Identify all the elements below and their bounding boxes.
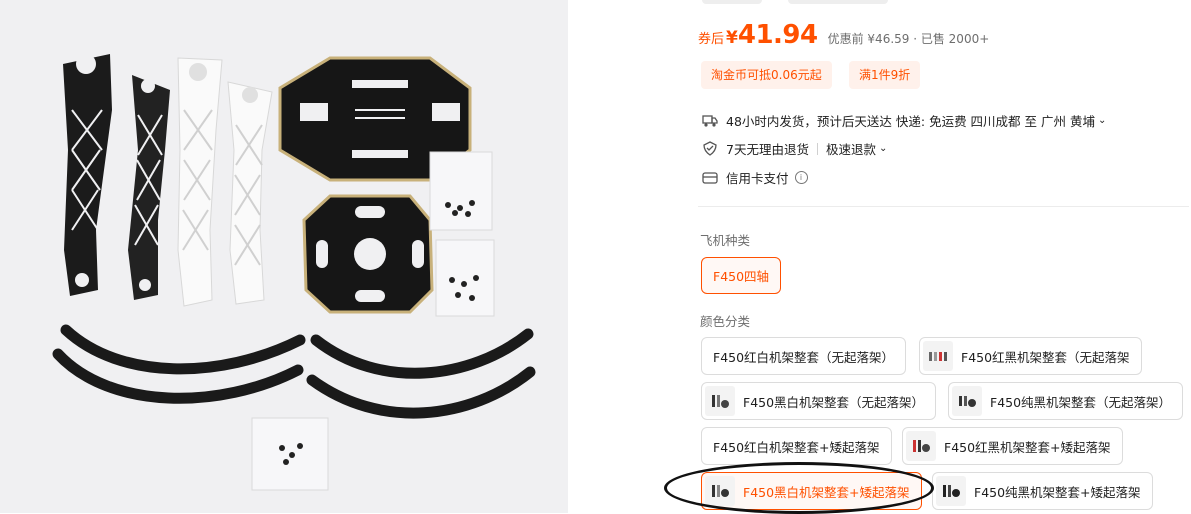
returns-row: 7天无理由退货 极速退款 ⌄ — [702, 139, 887, 158]
option-color-6[interactable]: F450红黑机架整套+矮起落架 — [902, 427, 1123, 465]
option-color-8[interactable]: F450纯黑机架整套+矮起落架 — [932, 472, 1153, 510]
currency-symbol: ¥ — [726, 28, 738, 48]
option-label: F450红白机架整套（无起落架） — [713, 349, 895, 365]
product-info-panel: 券后 ¥ 41.94 优惠前 ¥46.59 · 已售 2000+ 淘金币可抵0.… — [600, 0, 1191, 513]
truck-icon — [702, 114, 718, 127]
shipping-row[interactable]: 48小时内发货，预计后天送达 快递: 免运费 四川成都 至 广州 黄埔 ⌄ — [702, 111, 1106, 130]
option-label: F450纯黑机架整套+矮起落架 — [974, 484, 1141, 500]
original-price-sold: 优惠前 ¥46.59 · 已售 2000+ — [827, 32, 990, 46]
option-label: F450四轴 — [713, 269, 770, 284]
screw-bag — [251, 417, 329, 491]
divider-line — [698, 206, 1189, 207]
hand-drawn-highlight-circle — [664, 462, 934, 514]
option-label: F450红白机架整套+矮起落架 — [713, 439, 880, 455]
product-image — [0, 0, 568, 513]
payment-row: 信用卡支付 i — [702, 168, 808, 187]
color-category-label: 颜色分类 — [700, 314, 751, 329]
aircraft-type-label: 飞机种类 — [700, 233, 751, 248]
option-color-2[interactable]: F450红黑机架整套（无起落架 — [919, 337, 1142, 375]
black-arm — [128, 75, 170, 300]
returns-text: 7天无理由退货 — [726, 142, 809, 157]
option-thumbnail — [906, 431, 936, 461]
option-color-4[interactable]: F450纯黑机架整套（无起落架） — [948, 382, 1184, 420]
option-label: F450红黑机架整套（无起落架 — [961, 349, 1130, 365]
shield-icon — [703, 141, 717, 156]
top-tab-stub — [788, 0, 888, 4]
landing-gear — [52, 324, 306, 404]
option-thumbnail — [936, 476, 966, 506]
payment-text: 信用卡支付 — [726, 171, 789, 186]
landing-gear — [306, 328, 536, 419]
info-icon[interactable]: i — [794, 171, 808, 184]
screw-bag — [435, 239, 495, 317]
chevron-down-icon: ⌄ — [878, 143, 888, 154]
white-arm — [227, 81, 273, 305]
divider — [568, 0, 569, 513]
top-tab-stub — [702, 0, 762, 4]
option-thumbnail — [705, 386, 735, 416]
black-arm — [63, 54, 112, 296]
fast-refund-link[interactable]: 极速退款 — [826, 139, 876, 158]
option-label: F450纯黑机架整套（无起落架） — [990, 394, 1172, 410]
option-label: F450黑白机架整套（无起落架） — [743, 394, 925, 410]
option-thumbnail — [923, 341, 953, 371]
promo-chip-coins[interactable]: 淘金币可抵0.06元起 — [701, 61, 832, 89]
separator — [816, 142, 818, 155]
option-aircraft-f450[interactable]: F450四轴 — [701, 257, 782, 294]
screw-bag — [429, 151, 493, 231]
chevron-down-icon: ⌄ — [1097, 115, 1107, 126]
bottom-plate — [302, 194, 434, 314]
white-arm — [177, 57, 223, 307]
shipping-text: 48小时内发货，预计后天送达 快递: 免运费 四川成都 至 广州 黄埔 — [726, 114, 1095, 129]
credit-card-icon — [702, 171, 718, 184]
price-amount: 41.94 — [737, 20, 818, 50]
price-row: 券后 ¥ 41.94 优惠前 ¥46.59 · 已售 2000+ — [698, 20, 989, 50]
coupon-label: 券后 — [698, 32, 725, 47]
option-color-3[interactable]: F450黑白机架整套（无起落架） — [701, 382, 937, 420]
option-color-5[interactable]: F450红白机架整套+矮起落架 — [701, 427, 892, 465]
option-thumbnail — [952, 386, 982, 416]
option-color-1[interactable]: F450红白机架整套（无起落架） — [701, 337, 907, 375]
drone-frame-photo — [52, 54, 536, 491]
promo-chip-discount[interactable]: 满1件9折 — [849, 61, 921, 89]
option-label: F450红黑机架整套+矮起落架 — [944, 439, 1111, 455]
